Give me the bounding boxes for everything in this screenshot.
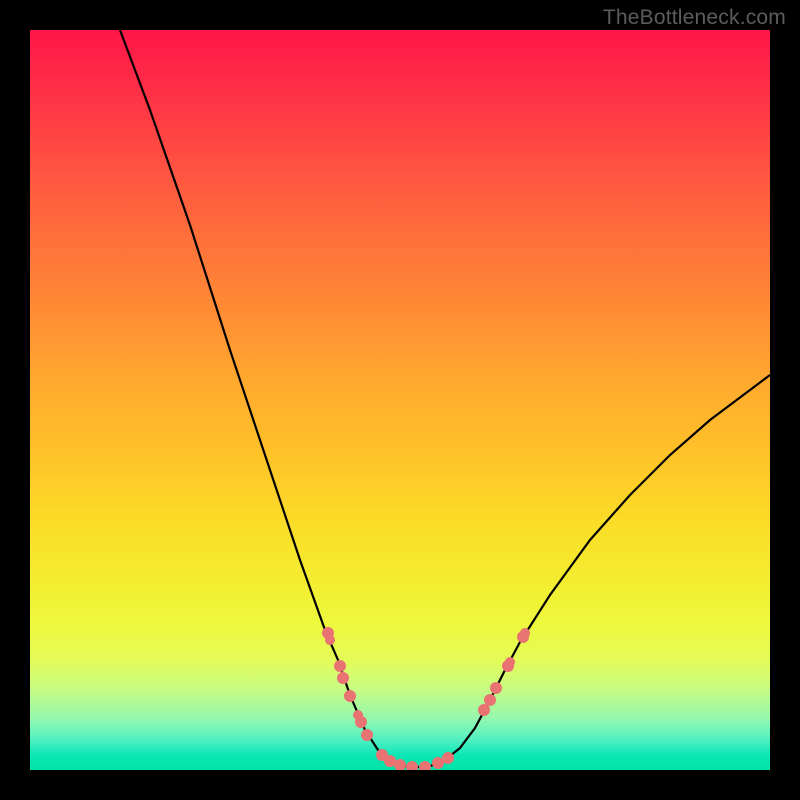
data-dot bbox=[325, 635, 335, 645]
data-dots bbox=[322, 627, 530, 770]
data-dot bbox=[406, 761, 418, 770]
watermark-text: TheBottleneck.com bbox=[603, 6, 786, 30]
data-dot bbox=[361, 729, 373, 741]
curve-line bbox=[120, 30, 770, 767]
data-dot bbox=[344, 690, 356, 702]
data-dot bbox=[520, 628, 530, 638]
data-dot bbox=[478, 704, 490, 716]
data-dot bbox=[442, 752, 454, 764]
data-dot bbox=[334, 660, 346, 672]
data-dot bbox=[505, 657, 515, 667]
plot-area bbox=[30, 30, 770, 770]
data-dot bbox=[355, 716, 367, 728]
data-dot bbox=[419, 761, 431, 770]
data-dot bbox=[337, 672, 349, 684]
data-dot bbox=[484, 694, 496, 706]
chart-svg bbox=[30, 30, 770, 770]
data-dot bbox=[490, 682, 502, 694]
